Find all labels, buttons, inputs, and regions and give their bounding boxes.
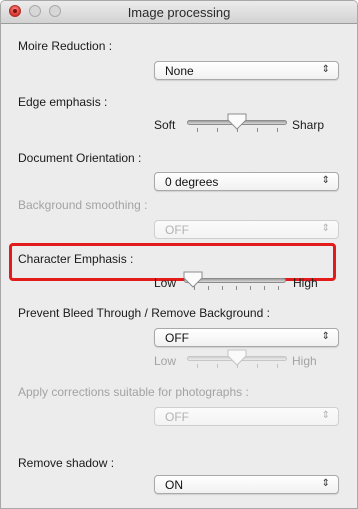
up-down-arrows-icon: ⇕ xyxy=(321,331,330,342)
photo-corrections-select: OFF ⇕ xyxy=(154,407,339,426)
up-down-arrows-icon: ⇕ xyxy=(321,410,330,421)
bleed-through-value: OFF xyxy=(165,331,189,345)
moire-reduction-label: Moire Reduction : xyxy=(18,39,113,53)
slider-tick xyxy=(197,364,198,368)
bleed-through-low-label: Low xyxy=(154,354,177,368)
remove-shadow-value: ON xyxy=(165,478,183,492)
slider-tick xyxy=(264,286,265,290)
slider-tick xyxy=(257,128,258,132)
background-smoothing-select: OFF ⇕ xyxy=(154,220,339,239)
slider-thumb[interactable] xyxy=(226,113,248,130)
remove-shadow-label: Remove shadow : xyxy=(18,456,115,470)
window-title: Image processing xyxy=(127,5,231,20)
slider-tick xyxy=(278,286,279,290)
remove-shadow-select[interactable]: ON ⇕ xyxy=(154,475,339,494)
slider-tick xyxy=(208,286,209,290)
character-emphasis-low-label: Low xyxy=(154,276,177,290)
moire-reduction-value: None xyxy=(165,64,194,78)
background-smoothing-label: Background smoothing : xyxy=(18,198,148,212)
edge-emphasis-high-label: Sharp xyxy=(292,118,325,132)
up-down-arrows-icon: ⇕ xyxy=(321,175,330,186)
up-down-arrows-icon: ⇕ xyxy=(321,64,330,75)
slider-tick xyxy=(197,128,198,132)
document-orientation-label: Document Orientation : xyxy=(18,151,142,165)
moire-reduction-select[interactable]: None ⇕ xyxy=(154,61,339,80)
title-bar: Image processing xyxy=(1,1,357,24)
photo-corrections-label: Apply corrections suitable for photograp… xyxy=(18,385,249,399)
slider-tick xyxy=(277,364,278,368)
edge-emphasis-low-label: Soft xyxy=(154,118,176,132)
slider-tick xyxy=(257,364,258,368)
slider-thumb xyxy=(227,349,247,366)
slider-tick xyxy=(217,128,218,132)
character-emphasis-label: Character Emphasis : xyxy=(18,252,134,266)
up-down-arrows-icon: ⇕ xyxy=(321,223,330,234)
slider-tick xyxy=(236,286,237,290)
photo-corrections-value: OFF xyxy=(165,410,189,424)
bleed-through-select[interactable]: OFF ⇕ xyxy=(154,328,339,347)
image-processing-window: Image processing Moire Reduction : None … xyxy=(0,0,358,509)
slider-thumb[interactable] xyxy=(182,271,204,288)
slider-tick xyxy=(222,286,223,290)
up-down-arrows-icon: ⇕ xyxy=(321,478,330,489)
character-emphasis-high-label: High xyxy=(293,276,318,290)
slider-tick xyxy=(217,364,218,368)
document-orientation-value: 0 degrees xyxy=(165,175,219,189)
document-orientation-select[interactable]: 0 degrees ⇕ xyxy=(154,172,339,191)
background-smoothing-value: OFF xyxy=(165,223,189,237)
bleed-through-label: Prevent Bleed Through / Remove Backgroun… xyxy=(18,306,270,320)
slider-tick xyxy=(250,286,251,290)
edge-emphasis-label: Edge emphasis : xyxy=(18,95,108,109)
slider-tick xyxy=(277,128,278,132)
bleed-through-high-label: High xyxy=(292,354,317,368)
